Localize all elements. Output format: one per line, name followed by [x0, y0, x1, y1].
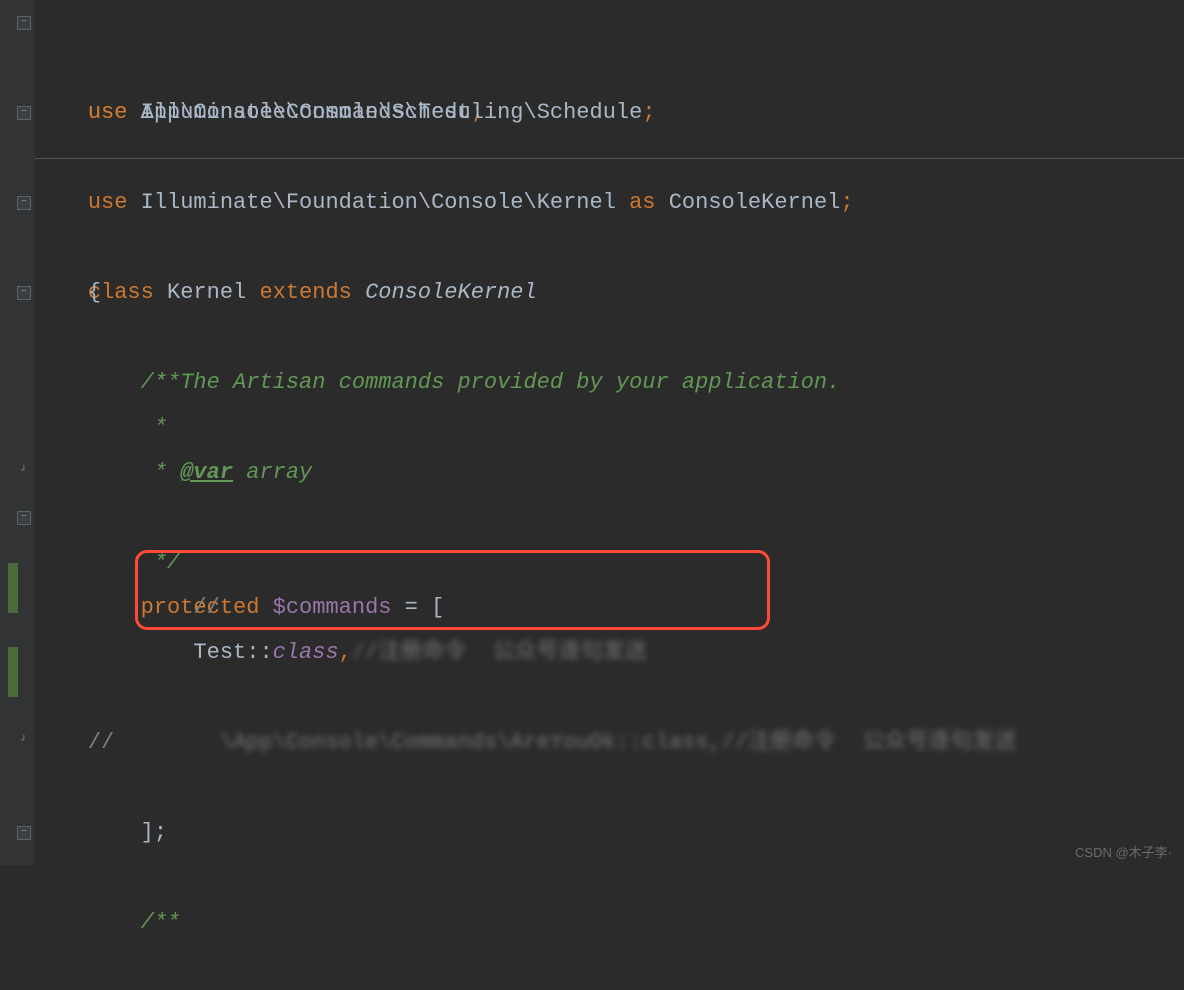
fold-icon[interactable]: −	[17, 16, 31, 30]
code-line[interactable]: − use Illuminate\Foundation\Console\Kern…	[35, 90, 1184, 135]
code-line-empty[interactable]	[35, 135, 1184, 180]
docblock-open: /**	[88, 910, 180, 935]
code-line-empty[interactable]	[35, 765, 1184, 810]
fold-icon[interactable]: −	[17, 826, 31, 840]
fold-icon[interactable]: −	[17, 196, 31, 210]
change-marker	[8, 647, 18, 697]
code-line[interactable]: − class Kernel extends ConsoleKernel	[35, 180, 1184, 225]
code-line[interactable]: //	[35, 540, 1184, 585]
code-line[interactable]: − use App\Console\Commands\Test;	[35, 0, 1184, 45]
code-line[interactable]: − protected $commands = [	[35, 495, 1184, 540]
code-line[interactable]: *	[35, 360, 1184, 405]
code-line[interactable]: ┘ ];	[35, 720, 1184, 765]
fold-icon[interactable]: −	[17, 106, 31, 120]
code-line[interactable]: // \App\Console\Commands\AreYouOk::class…	[35, 675, 1184, 720]
fold-icon[interactable]: −	[17, 511, 31, 525]
code-line[interactable]: use Illuminate\Console\Scheduling\Schedu…	[35, 45, 1184, 90]
change-marker	[8, 563, 18, 613]
code-line[interactable]: * The Artisan commands provided by your …	[35, 315, 1184, 360]
code-line[interactable]: ┘ */	[35, 450, 1184, 495]
watermark-text: CSDN @木子李·	[1075, 846, 1172, 859]
code-line[interactable]: * @var array	[35, 405, 1184, 450]
code-editor[interactable]: − use App\Console\Commands\Test; use Ill…	[35, 0, 1184, 855]
code-line[interactable]: − /**	[35, 270, 1184, 315]
fold-icon[interactable]: ┘	[17, 466, 31, 480]
code-line[interactable]: − /**	[35, 810, 1184, 855]
code-line-highlighted[interactable]: Test::class,//注册命令 公众号逐句发送	[35, 585, 1184, 630]
fold-icon[interactable]: ┘	[17, 736, 31, 750]
fold-icon[interactable]: −	[17, 286, 31, 300]
code-line-empty[interactable]	[35, 630, 1184, 675]
code-line[interactable]: {	[35, 225, 1184, 270]
